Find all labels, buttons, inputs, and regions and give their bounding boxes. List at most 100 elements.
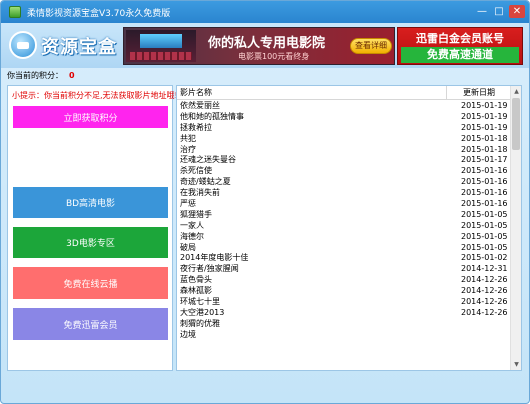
film-date: 2014-12-26 (461, 307, 508, 317)
get-points-button[interactable]: 立即获取积分 (13, 106, 168, 128)
film-date: 2015-01-17 (461, 155, 508, 165)
table-row[interactable]: 刺猬的优雅 (177, 319, 511, 330)
film-date: 2015-01-05 (461, 220, 508, 230)
film-name: 2014年度电影十佳 (180, 253, 249, 263)
app-window: 柔情影视资源宝盒V3.70永久免费版 — □ ✕ 资源宝盒 你的私人专用电影院 … (0, 0, 530, 404)
table-row[interactable]: 他和她的孤独情事 2015-01-19 (177, 112, 511, 123)
film-date: 2015-01-05 (461, 209, 508, 219)
film-name: 海德尔 (180, 231, 204, 241)
maximize-button[interactable]: □ (492, 5, 506, 18)
table-row[interactable]: 蓝色骨头 2014-12-26 (177, 275, 511, 286)
film-name: 杀死信使 (180, 166, 212, 176)
cinema-banner-subtitle: 电影票100元看终身 (238, 52, 310, 61)
film-date: 2015-01-18 (461, 133, 508, 143)
cinema-details-button[interactable]: 查看详细 (350, 38, 392, 54)
scroll-down-arrow-icon[interactable]: ▼ (511, 359, 521, 370)
cinema-banner[interactable]: 你的私人专用电影院 电影票100元看终身 查看详细 (123, 27, 395, 65)
table-row[interactable]: 奇迹/蝼蛄之夏 2015-01-16 (177, 177, 511, 188)
table-row[interactable]: 还魂之迷失曼谷 2015-01-17 (177, 155, 511, 166)
film-date: 2015-01-16 (461, 177, 508, 187)
film-name: 共犯 (180, 133, 196, 143)
table-row[interactable]: 边境 (177, 330, 511, 341)
film-name: 破局 (180, 242, 196, 252)
table-row[interactable]: 严惩 2015-01-16 (177, 199, 511, 210)
title-bar[interactable]: 柔情影视资源宝盒V3.70永久免费版 — □ ✕ (1, 1, 529, 23)
film-name: 夜行者/独家腥闻 (180, 264, 239, 274)
table-row[interactable]: 一家人 2015-01-05 (177, 221, 511, 232)
scrollbar-thumb[interactable] (512, 98, 520, 150)
table-row[interactable]: 夜行者/独家腥闻 2014-12-31 (177, 264, 511, 275)
film-list[interactable]: 影片名称 更新日期 依然爱丽丝 2015-01-19 他和她的孤独情事 2015-01… (176, 85, 522, 371)
film-name: 大空港2013 (180, 307, 225, 317)
table-row[interactable]: 拯救希拉 2015-01-19 (177, 123, 511, 134)
table-row[interactable]: 森林孤影 2014-12-26 (177, 286, 511, 297)
film-name: 环城七十里 (180, 297, 220, 307)
window-title: 柔情影视资源宝盒V3.70永久免费版 (27, 9, 171, 19)
film-name: 拯救希拉 (180, 122, 212, 132)
table-row[interactable]: 依然爱丽丝 2015-01-19 (177, 101, 511, 112)
film-date: 2015-01-05 (461, 231, 508, 241)
table-row[interactable]: 海德尔 2015-01-05 (177, 232, 511, 243)
scroll-up-arrow-icon[interactable]: ▲ (511, 86, 521, 97)
table-row[interactable]: 杀死信使 2015-01-16 (177, 166, 511, 177)
cloud-play-button[interactable]: 免费在线云播 (13, 267, 168, 299)
film-date (447, 330, 511, 341)
film-name: 依然爱丽丝 (180, 101, 220, 110)
bd-movies-button[interactable]: BD高清电影 (13, 187, 168, 218)
close-button[interactable]: ✕ (509, 5, 525, 18)
table-row[interactable]: 大空港2013 2014-12-26 (177, 308, 511, 319)
window-controls: — □ ✕ (475, 5, 525, 18)
film-name: 森林孤影 (180, 286, 212, 296)
vip-banner-subtitle: 免费高速通道 (401, 47, 519, 63)
thunder-vip-button[interactable]: 免费迅雷会员 (13, 308, 168, 340)
table-row[interactable]: 2014年度电影十佳 2015-01-02 (177, 253, 511, 264)
film-name: 蓝色骨头 (180, 275, 212, 285)
film-name: 还魂之迷失曼谷 (180, 155, 236, 165)
film-name: 在我消失前 (180, 188, 220, 198)
film-name: 一家人 (180, 220, 204, 230)
table-row[interactable]: 破局 2015-01-05 (177, 243, 511, 254)
column-header-date[interactable]: 更新日期 (447, 86, 511, 99)
points-display: 你当前的积分： 0 (7, 70, 75, 81)
3d-movies-button[interactable]: 3D电影专区 (13, 227, 168, 258)
film-name: 奇迹/蝼蛄之夏 (180, 177, 231, 187)
film-date: 2014-12-26 (461, 297, 508, 307)
header: 资源宝盒 你的私人专用电影院 电影票100元看终身 查看详细 迅雷白金会员账号 … (1, 23, 529, 68)
film-date: 2015-01-16 (461, 199, 508, 209)
app-icon (9, 6, 21, 18)
film-date: 2015-01-16 (461, 166, 508, 176)
film-date: 2014-12-26 (461, 275, 508, 285)
table-row[interactable]: 治疗 2015-01-18 (177, 145, 511, 156)
table-row[interactable]: 共犯 2015-01-18 (177, 134, 511, 145)
film-list-header: 影片名称 更新日期 (177, 86, 511, 100)
film-name: 他和她的孤独情事 (180, 111, 244, 121)
table-row[interactable]: 在我消失前 2015-01-16 (177, 188, 511, 199)
film-date: 2015-01-16 (461, 188, 508, 198)
film-name: 刺猬的优雅 (180, 318, 220, 328)
table-row[interactable]: 狐狸猎手 2015-01-05 (177, 210, 511, 221)
column-header-name[interactable]: 影片名称 (177, 86, 447, 99)
minimize-button[interactable]: — (475, 5, 489, 18)
list-scrollbar[interactable]: ▲ ▼ (510, 86, 521, 370)
film-date: 2015-01-19 (461, 101, 508, 110)
film-name: 治疗 (180, 144, 196, 154)
cinema-banner-title: 你的私人专用电影院 (208, 36, 326, 51)
film-date: 2015-01-19 (461, 111, 508, 121)
film-name: 严惩 (180, 199, 196, 209)
film-date: 2014-12-26 (461, 286, 508, 296)
film-date (447, 319, 511, 330)
film-date: 2015-01-19 (461, 122, 508, 132)
tip-text: 小提示：你当前积分不足,无法获取影片地址哦! (12, 91, 178, 100)
cinema-picture (126, 30, 196, 62)
vip-banner[interactable]: 迅雷白金会员账号 免费高速通道 (397, 27, 523, 65)
logo-icon (9, 31, 37, 59)
points-label: 你当前的积分： (7, 71, 63, 80)
film-name: 边境 (180, 329, 196, 339)
vip-banner-title: 迅雷白金会员账号 (416, 32, 504, 45)
film-name: 狐狸猎手 (180, 209, 212, 219)
film-date: 2015-01-18 (461, 144, 508, 154)
film-rows: 依然爱丽丝 2015-01-19 他和她的孤独情事 2015-01-19 拯救希拉 201… (177, 101, 511, 341)
film-date: 2014-12-31 (461, 264, 508, 274)
film-date: 2015-01-05 (461, 242, 508, 252)
table-row[interactable]: 环城七十里 2014-12-26 (177, 297, 511, 308)
